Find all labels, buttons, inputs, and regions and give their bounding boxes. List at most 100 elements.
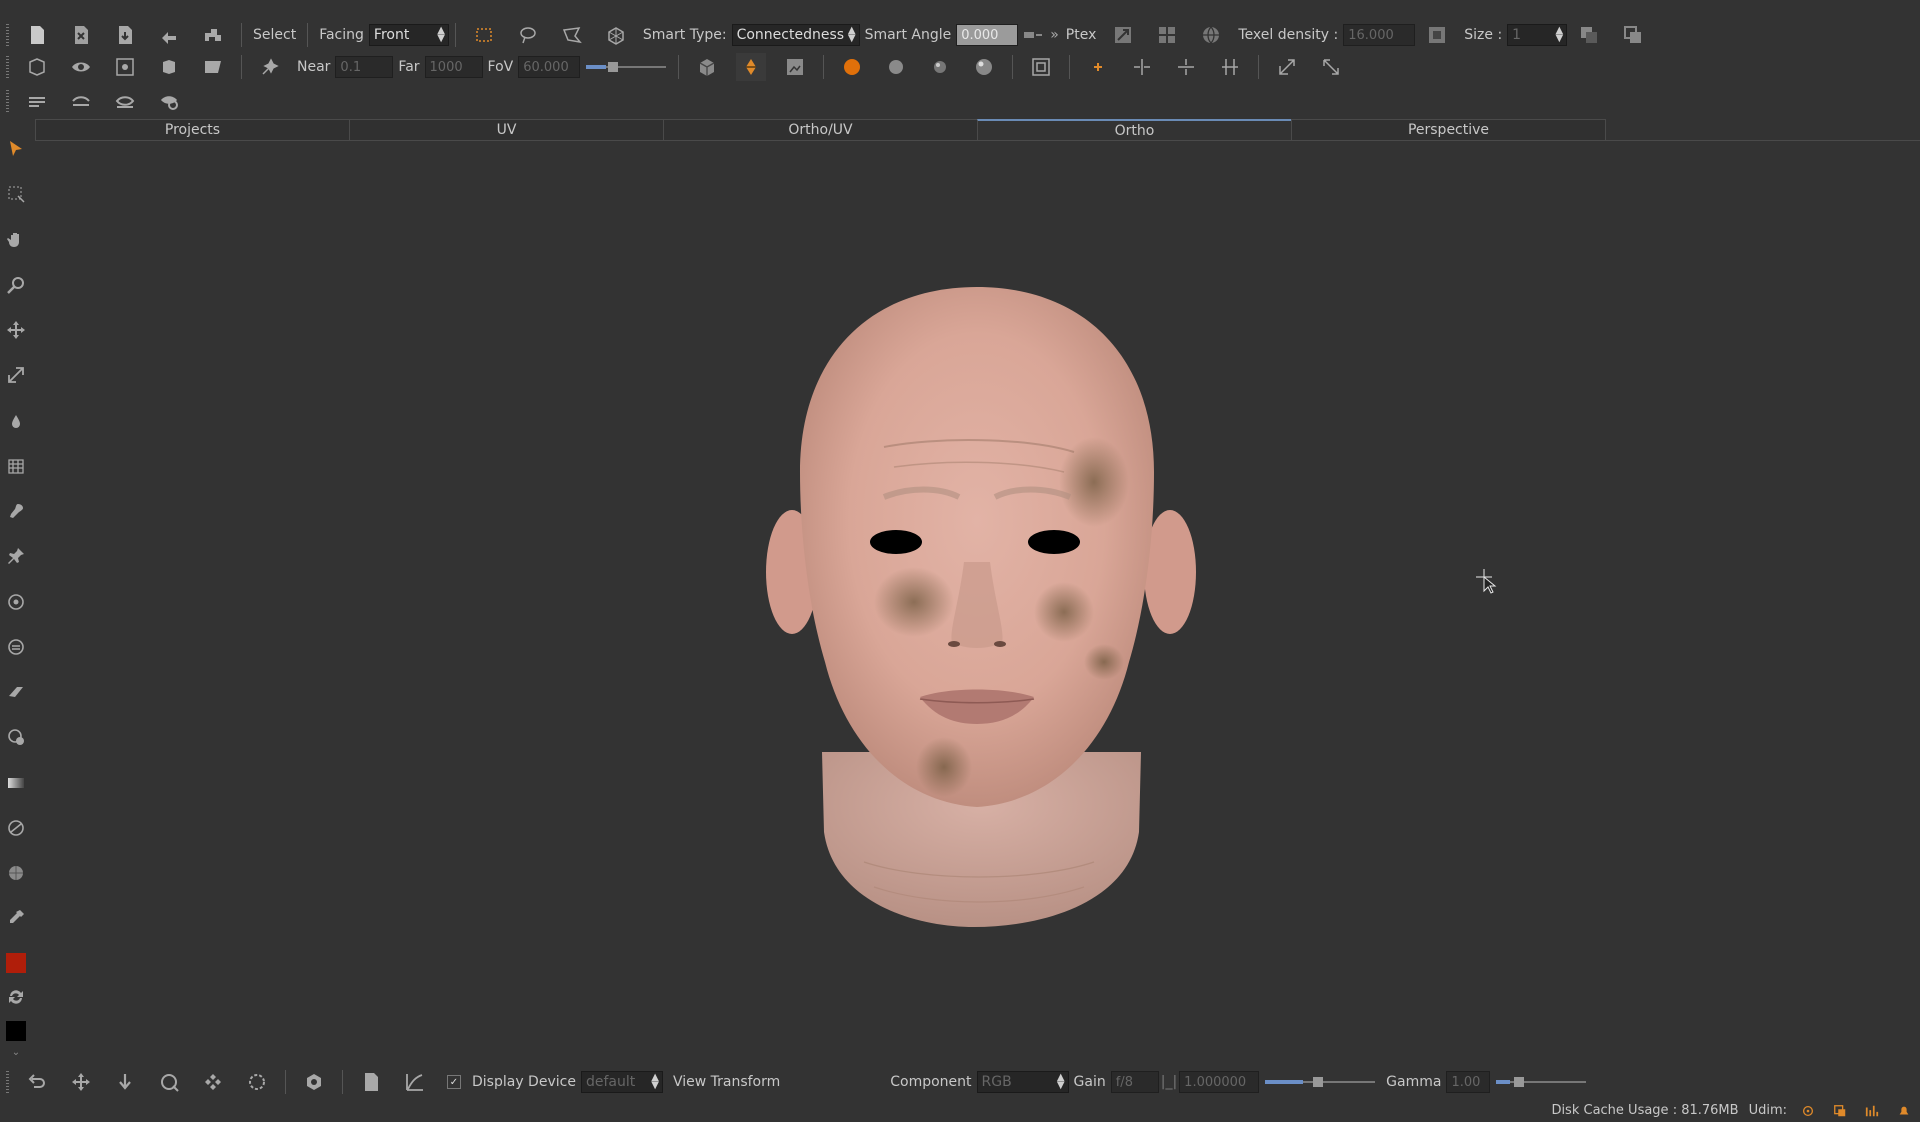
smart-angle-input[interactable]: 0.000: [956, 24, 1019, 46]
undo-arrow-icon[interactable]: [154, 21, 184, 49]
ortho-viewport[interactable]: [34, 142, 1920, 1062]
gain-slider[interactable]: [1265, 1077, 1376, 1087]
ptex-resize-icon[interactable]: [1108, 21, 1138, 49]
show-layer-eye-icon[interactable]: [110, 87, 140, 115]
new-project-icon[interactable]: [22, 21, 52, 49]
smudge-brush-icon[interactable]: [4, 499, 28, 523]
tab-ortho-uv[interactable]: Ortho/UV: [663, 119, 978, 140]
pointer-tool-icon[interactable]: [4, 137, 28, 161]
paint-brush-icon[interactable]: [736, 53, 767, 81]
texel-density-input[interactable]: 16.000: [1343, 24, 1416, 46]
visibility-eye-icon[interactable]: [66, 53, 96, 81]
pin-tool-icon[interactable]: [4, 544, 28, 568]
cache-status-icon[interactable]: [1832, 1103, 1848, 1119]
angle-slider-icon[interactable]: [1020, 21, 1046, 49]
film-icon[interactable]: [198, 53, 228, 81]
add-point-icon[interactable]: [1083, 53, 1113, 81]
tab-uv[interactable]: UV: [349, 119, 664, 140]
gain-step-icon[interactable]: |_|: [1161, 1074, 1177, 1090]
split-horizontal-icon[interactable]: [1171, 53, 1201, 81]
close-project-icon[interactable]: [66, 21, 96, 49]
size-select[interactable]: 1 ▲ ▼: [1507, 24, 1568, 46]
cube-shade-icon[interactable]: [692, 53, 722, 81]
component-select[interactable]: RGB ▲ ▼: [976, 1071, 1069, 1093]
lasso-select-icon[interactable]: [513, 21, 543, 49]
sphere-tool-icon[interactable]: [4, 861, 28, 885]
drop-fill-icon[interactable]: [4, 409, 28, 433]
slider-knob[interactable]: [1313, 1077, 1324, 1087]
gain-stop-input[interactable]: f/8: [1110, 1071, 1159, 1093]
facing-select[interactable]: Front ▲ ▼: [368, 24, 449, 46]
ortho-cube-icon[interactable]: [22, 53, 52, 81]
layer-stack-icon[interactable]: [22, 87, 52, 115]
down-arrow-icon[interactable]: [110, 1068, 140, 1096]
gain-value-input[interactable]: 1.000000: [1179, 1071, 1260, 1093]
overflow-chevron-icon[interactable]: »: [1050, 27, 1059, 43]
undo-icon[interactable]: [22, 1068, 52, 1096]
expand-chevron-icon[interactable]: ⌄: [4, 1046, 28, 1058]
toolbar-grip[interactable]: [6, 24, 9, 46]
move-arrows-icon[interactable]: [4, 318, 28, 342]
smart-select-icon[interactable]: [601, 21, 631, 49]
shader-gloss-sphere-icon[interactable]: [969, 53, 999, 81]
frame-all-icon[interactable]: [110, 53, 140, 81]
gamma-input[interactable]: 1.00: [1446, 1071, 1491, 1093]
split-grid-icon[interactable]: [1215, 53, 1245, 81]
fov-input[interactable]: 60.000: [518, 56, 581, 78]
isolate-layer-icon[interactable]: [154, 87, 184, 115]
eraser-tool-icon[interactable]: [4, 680, 28, 704]
fov-slider[interactable]: [586, 62, 667, 72]
far-input[interactable]: 1000: [424, 56, 483, 78]
reset-transform-icon[interactable]: [1316, 53, 1346, 81]
hide-layer-eye-icon[interactable]: [66, 87, 96, 115]
display-device-checkbox[interactable]: ✓: [447, 1075, 461, 1089]
plugin-icon[interactable]: [198, 21, 228, 49]
orbit-view-icon[interactable]: [198, 1068, 228, 1096]
polygon-select-icon[interactable]: [557, 21, 587, 49]
grid-projection-icon[interactable]: [4, 454, 28, 478]
layer-up-icon[interactable]: [1618, 21, 1648, 49]
hand-pan-icon[interactable]: [4, 228, 28, 252]
transform-gizmo-icon[interactable]: [1272, 53, 1302, 81]
foreground-color-swatch[interactable]: [6, 953, 26, 973]
swap-colors-icon[interactable]: [4, 985, 28, 1009]
transform-arrows-icon[interactable]: [4, 363, 28, 387]
layer-down-icon[interactable]: [1574, 21, 1604, 49]
near-input[interactable]: 0.1: [335, 56, 394, 78]
tab-perspective[interactable]: Perspective: [1291, 119, 1606, 140]
slice-tool-icon[interactable]: [4, 816, 28, 840]
dashed-circle-icon[interactable]: [242, 1068, 272, 1096]
marquee-tool-icon[interactable]: [4, 182, 28, 206]
slider-knob[interactable]: [608, 62, 619, 72]
background-color-swatch[interactable]: [6, 1021, 26, 1041]
display-device-select[interactable]: default ▲ ▼: [580, 1071, 663, 1093]
curve-edit-icon[interactable]: [400, 1068, 430, 1096]
slider-knob[interactable]: [1514, 1077, 1525, 1087]
ptex-grid-icon[interactable]: [1152, 21, 1182, 49]
shader-orange-sphere-icon[interactable]: [837, 53, 867, 81]
tab-ortho[interactable]: Ortho: [977, 119, 1292, 141]
udim-status-icon[interactable]: [1800, 1103, 1816, 1119]
hex-shape-icon[interactable]: [299, 1068, 329, 1096]
save-project-icon[interactable]: [110, 21, 140, 49]
toolbar-grip[interactable]: [6, 90, 9, 112]
toolbar-grip[interactable]: [6, 56, 9, 78]
tab-projects[interactable]: Projects: [35, 119, 350, 140]
pan-move-icon[interactable]: [66, 1068, 96, 1096]
shaded-box-icon[interactable]: [154, 53, 184, 81]
texture-map-icon[interactable]: [780, 53, 810, 81]
texel-apply-icon[interactable]: [1422, 21, 1452, 49]
texel-globe-icon[interactable]: [1196, 21, 1226, 49]
document-icon[interactable]: [356, 1068, 386, 1096]
shader-lit-sphere-icon[interactable]: [925, 53, 955, 81]
split-vertical-icon[interactable]: [1127, 53, 1157, 81]
head-model[interactable]: [34, 142, 1920, 1062]
wireframe-box-icon[interactable]: [1026, 53, 1056, 81]
gradient-tool-icon[interactable]: [4, 771, 28, 795]
zoom-magnifier-icon[interactable]: [4, 273, 28, 297]
lighting-icon[interactable]: [255, 53, 285, 81]
smart-type-select[interactable]: Connectedness ▲ ▼: [731, 24, 860, 46]
blur-tool-icon[interactable]: [4, 635, 28, 659]
rectangle-select-icon[interactable]: [469, 21, 499, 49]
shader-flat-sphere-icon[interactable]: [881, 53, 911, 81]
